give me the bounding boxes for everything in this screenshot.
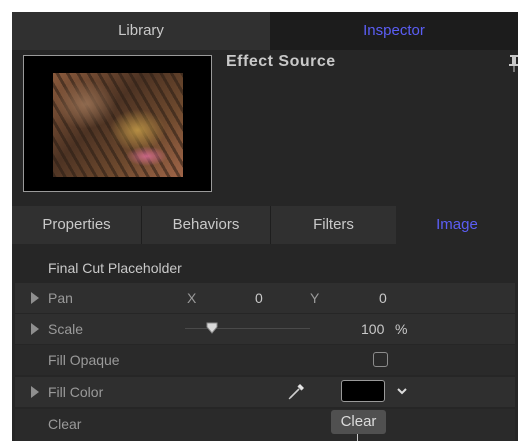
page-title: Effect Source — [226, 53, 336, 70]
scale-row: Scale 100 % — [15, 314, 515, 344]
tab-behaviors[interactable]: Behaviors — [141, 206, 270, 244]
fill-opaque-label: Fill Opaque — [48, 352, 120, 368]
fill-color-label: Fill Color — [48, 384, 104, 400]
eyedropper-icon[interactable] — [287, 381, 307, 401]
cat-photo — [53, 73, 183, 177]
tab-filters[interactable]: Filters — [270, 206, 396, 244]
clear-button[interactable]: Clear — [331, 410, 386, 434]
tab-image[interactable]: Image — [396, 206, 518, 244]
pan-label: Pan — [48, 290, 73, 306]
fill-color-swatch[interactable] — [341, 380, 385, 402]
fill-opaque-checkbox[interactable] — [373, 352, 388, 367]
pan-y-label: Y — [310, 290, 320, 306]
fill-color-row: Fill Color — [15, 377, 515, 407]
scale-value[interactable]: 100 — [361, 321, 384, 337]
inspector-header: Effect Source — [12, 50, 518, 206]
disclosure-triangle-icon[interactable] — [31, 323, 39, 335]
pan-x-value[interactable]: 0 — [255, 290, 263, 306]
inspector-panel: Library Inspector Effect Source Properti… — [12, 12, 518, 441]
text-cursor — [357, 434, 358, 441]
pin-icon[interactable] — [508, 54, 518, 72]
disclosure-triangle-icon[interactable] — [31, 386, 39, 398]
chevron-down-icon[interactable] — [396, 386, 408, 396]
pan-y-value[interactable]: 0 — [379, 290, 387, 306]
clear-row: Clear Clear — [15, 409, 515, 441]
fill-opaque-row: Fill Opaque — [15, 345, 515, 375]
scale-slider-knob[interactable] — [206, 322, 218, 334]
section-label: Final Cut Placeholder — [48, 260, 182, 276]
inspector-tabs: Properties Behaviors Filters Image — [12, 206, 518, 244]
disclosure-triangle-icon[interactable] — [31, 292, 39, 304]
tab-library[interactable]: Library — [12, 12, 270, 50]
preview-thumbnail — [23, 55, 212, 192]
clear-label: Clear — [48, 416, 82, 432]
top-tabs: Library Inspector — [12, 12, 518, 50]
scale-label: Scale — [48, 321, 84, 337]
scale-unit: % — [395, 321, 408, 337]
scale-slider-track[interactable] — [185, 328, 310, 329]
tab-properties[interactable]: Properties — [12, 206, 141, 244]
pan-row: Pan X 0 Y 0 — [15, 283, 515, 313]
tab-inspector[interactable]: Inspector — [270, 12, 518, 50]
pan-x-label: X — [187, 290, 197, 306]
